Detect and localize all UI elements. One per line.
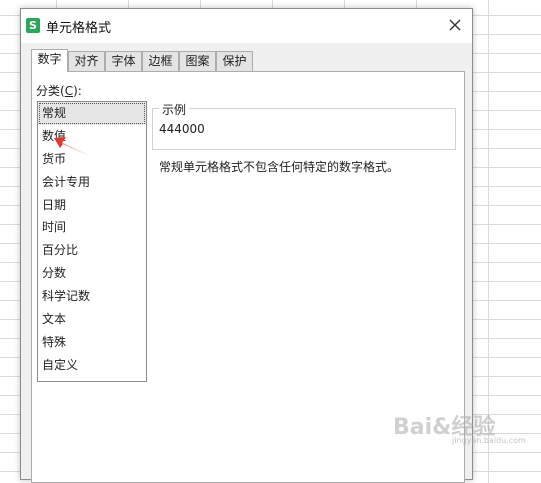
dialog-title: 单元格格式 xyxy=(46,21,112,36)
tab-pattern[interactable]: 图案 xyxy=(179,51,216,71)
sample-value: 444000 xyxy=(159,122,205,136)
category-item-fraction[interactable]: 分数 xyxy=(38,262,146,285)
category-item-percentage[interactable]: 百分比 xyxy=(38,239,146,262)
category-item-text[interactable]: 文本 xyxy=(38,308,146,331)
category-item-date[interactable]: 日期 xyxy=(38,194,146,217)
tab-border[interactable]: 边框 xyxy=(142,51,179,71)
category-label: 分类(C): xyxy=(36,84,82,98)
category-item-general[interactable]: 常规 xyxy=(38,102,146,125)
title-bar: S 单元格格式 xyxy=(21,9,472,43)
category-item-scientific[interactable]: 科学记数 xyxy=(38,285,146,308)
category-item-accounting[interactable]: 会计专用 xyxy=(38,171,146,194)
category-item-custom[interactable]: 自定义 xyxy=(38,354,146,377)
tab-font[interactable]: 字体 xyxy=(105,51,142,71)
format-description: 常规单元格格式不包含任何特定的数字格式。 xyxy=(159,160,400,174)
category-item-special[interactable]: 特殊 xyxy=(38,331,146,354)
category-item-time[interactable]: 时间 xyxy=(38,216,146,239)
tab-alignment[interactable]: 对齐 xyxy=(68,51,105,71)
close-icon xyxy=(449,19,461,31)
tab-number[interactable]: 数字 xyxy=(31,49,68,72)
tab-protection[interactable]: 保护 xyxy=(216,51,253,71)
close-button[interactable] xyxy=(445,15,465,35)
red-annotation-arrow-icon xyxy=(54,137,92,157)
baidu-watermark-url: jingyan.baidu.com xyxy=(452,436,526,445)
sample-group: 示例 444000 xyxy=(152,101,456,150)
sample-legend: 示例 xyxy=(159,101,190,118)
wps-spreadsheet-icon: S xyxy=(26,18,40,33)
